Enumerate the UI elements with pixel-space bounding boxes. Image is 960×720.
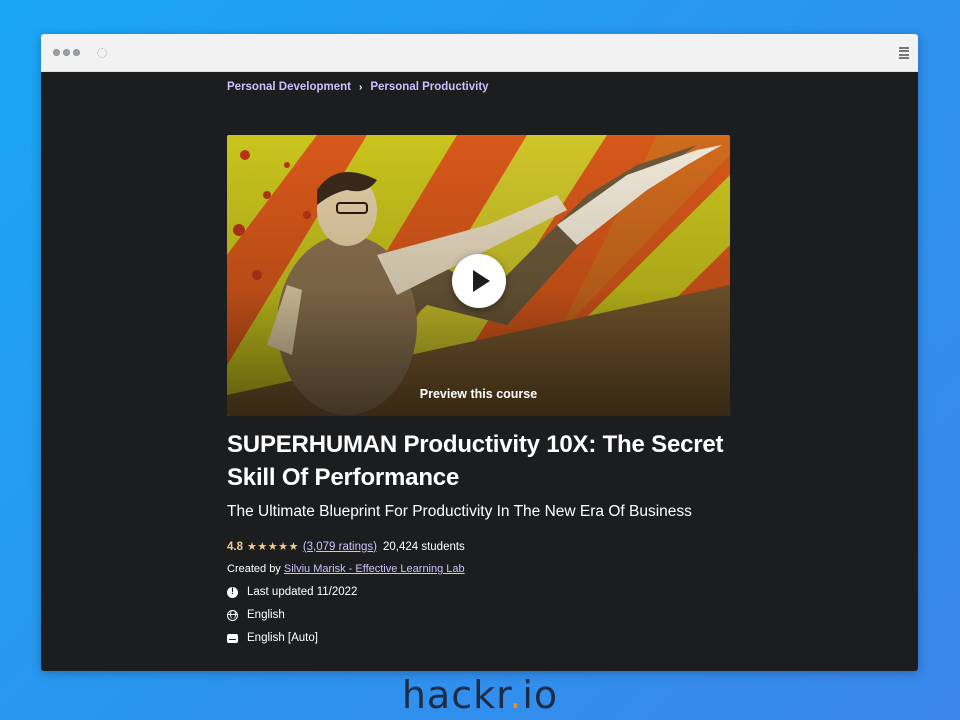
captions-text: English [Auto] — [247, 632, 318, 644]
students-count: 20,424 students — [382, 540, 465, 553]
window-control-dot[interactable] — [73, 49, 80, 56]
chevron-right-icon: › — [358, 81, 363, 93]
course-creator: Created by Silviu Marisk - Effective Lea… — [227, 563, 465, 575]
last-updated-row: Last updated 11/2022 — [227, 586, 357, 598]
captions-row: English [Auto] — [227, 632, 318, 644]
browser-window: Personal Development › Personal Producti… — [41, 34, 918, 671]
window-control-dot[interactable] — [63, 49, 70, 56]
menu-icon[interactable] — [899, 47, 909, 59]
ratings-count-link[interactable]: (3,079 ratings) — [303, 541, 377, 553]
star-rating-icon: ★★★★★ — [247, 541, 299, 553]
window-controls[interactable] — [53, 49, 80, 56]
browser-toolbar — [41, 34, 918, 72]
breadcrumb-personal-development[interactable]: Personal Development — [227, 81, 351, 93]
course-preview-video[interactable]: Preview this course — [227, 135, 730, 416]
course-header: Personal Development › Personal Producti… — [227, 72, 747, 644]
alert-badge-icon — [227, 586, 238, 598]
globe-icon — [227, 609, 238, 621]
closed-captions-icon — [227, 633, 238, 643]
course-rating: 4.8 ★★★★★ (3,079 ratings) 20,424 student… — [227, 540, 465, 554]
play-icon[interactable] — [452, 254, 506, 308]
hackr-io-logo: hackr.io — [401, 673, 559, 717]
breadcrumb: Personal Development › Personal Producti… — [227, 80, 747, 94]
creator-link[interactable]: Silviu Marisk - Effective Learning Lab — [284, 563, 465, 575]
loading-spinner-icon — [97, 48, 107, 58]
course-title: SUPERHUMAN Productivity 10X: The Secret … — [227, 431, 724, 491]
language-text: English — [247, 609, 285, 621]
last-updated-text: Last updated 11/2022 — [247, 586, 358, 598]
window-control-dot[interactable] — [53, 49, 60, 56]
rating-value: 4.8 — [227, 540, 243, 553]
language-row: English — [227, 609, 285, 621]
created-by-label: Created by — [227, 563, 281, 575]
preview-course-label[interactable]: Preview this course — [227, 387, 730, 401]
course-subtitle: The Ultimate Blueprint For Productivity … — [227, 503, 692, 520]
breadcrumb-personal-productivity[interactable]: Personal Productivity — [370, 81, 488, 93]
